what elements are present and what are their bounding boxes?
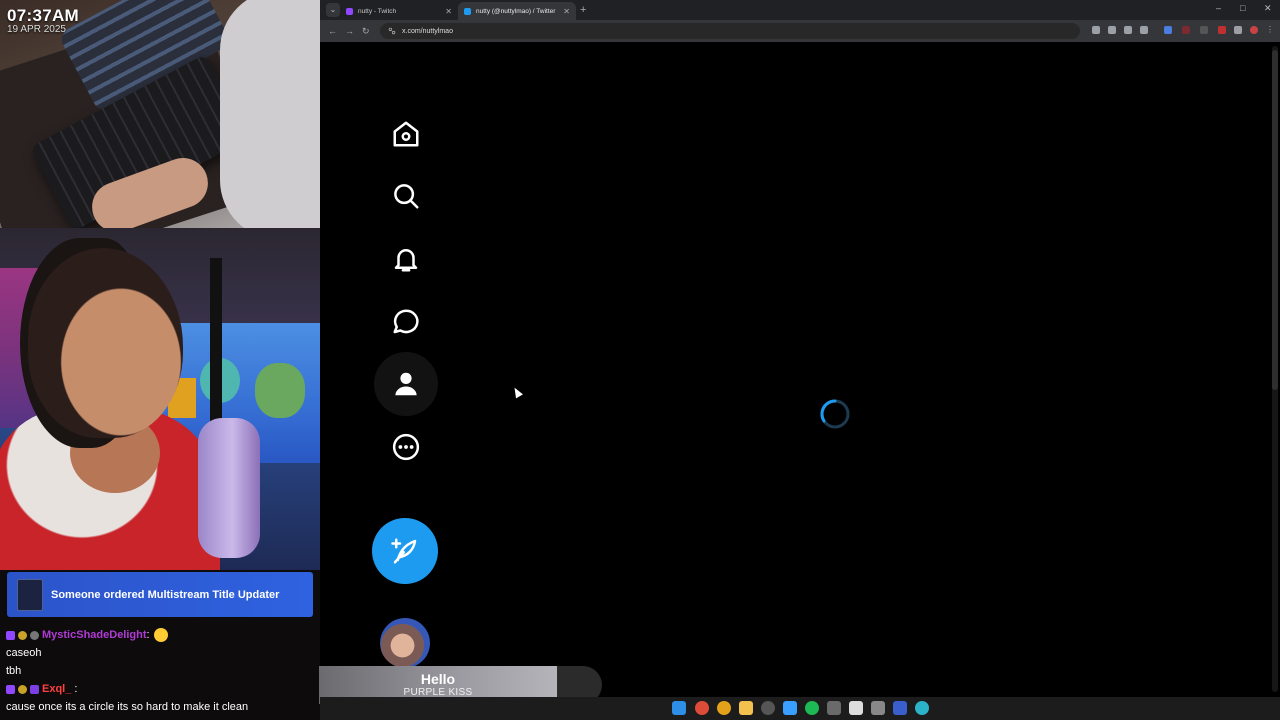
loading-spinner-icon xyxy=(820,399,850,429)
file-explorer-icon[interactable] xyxy=(739,701,753,715)
minimize-button[interactable]: – xyxy=(1216,3,1221,13)
browser-window: ⌄ nutty - Twitch ✕ nutty (@nuttylmao) / … xyxy=(320,0,1280,720)
more-icon xyxy=(392,433,420,461)
app-icon[interactable] xyxy=(915,701,929,715)
site-info-icon[interactable] xyxy=(388,27,396,35)
nav-profile[interactable] xyxy=(374,352,438,416)
clock-time: 07:37AM xyxy=(7,6,80,25)
tab-title: nutty - Twitch xyxy=(358,7,397,15)
browser-toolbar: ← → ↻ x.com/nuttylmao ⋮ xyxy=(320,20,1280,42)
extension-icon[interactable] xyxy=(1164,26,1172,34)
app-icon[interactable] xyxy=(783,701,797,715)
back-button[interactable]: ← xyxy=(328,25,337,37)
chat-message: caseoh xyxy=(6,644,316,662)
app-icon[interactable] xyxy=(849,701,863,715)
chat-box: MysticShadeDelight : caseoh tbh Exql_ : … xyxy=(6,626,316,716)
bookmark-star-icon[interactable] xyxy=(1140,26,1148,34)
face-camera xyxy=(0,228,320,570)
bell-icon xyxy=(394,249,418,272)
chat-text: tbh xyxy=(6,665,22,677)
sub-badge-icon xyxy=(6,630,15,640)
new-tab-button[interactable]: + xyxy=(580,3,586,17)
emoji-icon xyxy=(153,628,168,642)
app-icon[interactable] xyxy=(827,701,841,715)
reload-button[interactable]: ↻ xyxy=(362,25,370,37)
alert-text: Someone ordered Multistream Title Update… xyxy=(51,588,280,601)
mouse-cursor xyxy=(511,385,523,399)
streamer-head xyxy=(28,248,183,438)
chrome-icon[interactable] xyxy=(695,701,709,715)
nav-more[interactable] xyxy=(374,415,438,479)
chat-message: tbh xyxy=(6,662,316,680)
app-icon[interactable] xyxy=(871,701,885,715)
menu-kebab-icon[interactable]: ⋮ xyxy=(1266,26,1274,34)
forward-button[interactable]: → xyxy=(345,25,354,37)
feather-plus-icon xyxy=(391,538,417,564)
chrome-profile-icon[interactable] xyxy=(717,701,731,715)
nav-explore[interactable] xyxy=(374,164,438,228)
tab-twitter[interactable]: nutty (@nuttylmao) / Twitter ✕ xyxy=(458,2,576,20)
alert-thumbnail xyxy=(17,578,43,611)
twitter-icon xyxy=(464,7,471,15)
vip-badge-icon xyxy=(30,684,39,694)
stream-overlay: 07:37AM 19 APR 2025 Someone ordered Mult… xyxy=(0,0,320,720)
post-button[interactable] xyxy=(372,518,438,584)
eye-off-icon[interactable] xyxy=(1124,26,1132,34)
profile-avatar-icon[interactable] xyxy=(1250,26,1258,34)
nav-messages[interactable] xyxy=(374,290,438,354)
twitch-icon xyxy=(346,7,353,15)
grey-badge-icon xyxy=(30,630,39,640)
extension-icon[interactable] xyxy=(1218,26,1226,34)
profile-icon xyxy=(395,372,417,396)
chat-message: Exql_ : cause once its a circle its so h… xyxy=(6,680,316,716)
tab-twitch[interactable]: nutty - Twitch ✕ xyxy=(340,2,458,20)
nav-home[interactable] xyxy=(374,102,438,166)
start-menu-icon[interactable] xyxy=(672,701,686,715)
nav-notifications[interactable] xyxy=(374,227,438,291)
scrollbar-thumb[interactable] xyxy=(1272,50,1278,390)
account-avatar[interactable] xyxy=(380,618,430,668)
extension-icon[interactable] xyxy=(1182,26,1190,34)
tab-search-button[interactable]: ⌄ xyxy=(326,3,340,17)
chat-text: cause once its a circle its so hard to m… xyxy=(6,701,249,713)
overlay-clock: 07:37AM 19 APR 2025 xyxy=(7,6,79,35)
address-bar[interactable]: x.com/nuttylmao xyxy=(380,23,1080,39)
stream-alert: Someone ordered Multistream Title Update… xyxy=(7,572,313,617)
microphone xyxy=(198,418,260,558)
close-window-button[interactable]: ✕ xyxy=(1264,3,1272,14)
chat-text: caseoh xyxy=(6,647,42,659)
maximize-button[interactable]: □ xyxy=(1240,3,1245,13)
url-text: x.com/nuttylmao xyxy=(402,27,453,35)
close-icon[interactable]: ✕ xyxy=(445,7,452,16)
x-page xyxy=(320,42,1270,696)
chat-username: MysticShadeDelight xyxy=(42,629,147,641)
cast-icon[interactable] xyxy=(1092,26,1100,34)
obs-icon[interactable] xyxy=(761,701,775,715)
chat-separator: : xyxy=(146,629,150,641)
windows-taskbar xyxy=(320,697,1280,720)
gold-badge-icon xyxy=(18,630,27,640)
tab-title: nutty (@nuttylmao) / Twitter xyxy=(476,7,556,15)
sub-badge-icon xyxy=(6,684,15,694)
spotify-icon[interactable] xyxy=(805,701,819,715)
message-icon xyxy=(393,309,419,334)
chat-username: Exql_ xyxy=(42,683,72,695)
home-icon xyxy=(393,121,419,147)
gold-badge-icon xyxy=(18,684,27,694)
extensions-puzzle-icon[interactable] xyxy=(1234,26,1242,34)
zoom-icon[interactable] xyxy=(1108,26,1116,34)
chat-separator: : xyxy=(74,683,78,695)
chat-message: MysticShadeDelight : xyxy=(6,626,316,644)
search-icon xyxy=(394,184,419,209)
tab-bar: ⌄ nutty - Twitch ✕ nutty (@nuttylmao) / … xyxy=(320,0,1280,20)
extension-icon[interactable] xyxy=(1200,26,1208,34)
song-title: Hello xyxy=(420,671,456,687)
vscode-icon[interactable] xyxy=(893,701,907,715)
close-icon[interactable]: ✕ xyxy=(563,7,570,16)
